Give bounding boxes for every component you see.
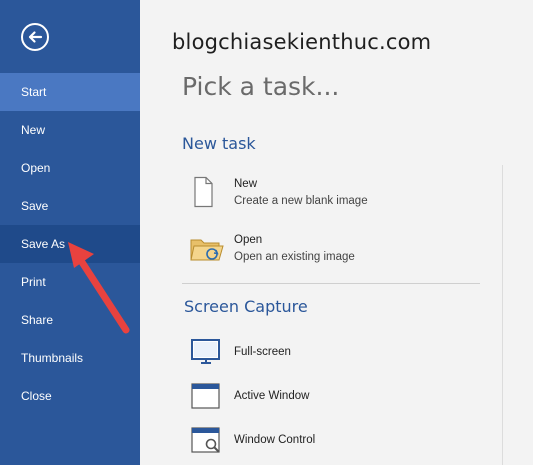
open-folder-icon <box>190 232 224 269</box>
sidebar-item-save-as[interactable]: Save As <box>0 225 140 263</box>
task-open-desc: Open an existing image <box>234 251 355 263</box>
capture-active-window-label: Active Window <box>234 390 310 402</box>
capture-window-control-label: Window Control <box>234 434 316 446</box>
task-new[interactable]: New Create a new blank image <box>182 176 482 212</box>
back-arrow-icon <box>28 31 43 43</box>
capture-active-window[interactable]: Active Window <box>182 381 482 411</box>
task-new-desc: Create a new blank image <box>234 195 368 207</box>
sidebar-item-share[interactable]: Share <box>0 301 140 339</box>
sidebar-item-open[interactable]: Open <box>0 149 140 187</box>
sidebar-item-start[interactable]: Start <box>0 73 140 111</box>
sidebar-item-new[interactable]: New <box>0 111 140 149</box>
sidebar-item-close[interactable]: Close <box>0 377 140 415</box>
sidebar-item-thumbnails[interactable]: Thumbnails <box>0 339 140 377</box>
page-title: Pick a task... <box>182 72 340 101</box>
window-control-icon <box>190 425 222 460</box>
back-button[interactable] <box>21 23 49 51</box>
monitor-icon <box>190 337 222 372</box>
window-icon <box>190 381 222 416</box>
blank-page-icon <box>190 176 216 213</box>
screen-capture-heading: Screen Capture <box>184 297 308 316</box>
capture-window-control[interactable]: Window Control <box>182 425 482 455</box>
new-task-heading: New task <box>182 134 256 153</box>
task-open-label: Open <box>234 234 263 246</box>
task-open[interactable]: Open Open an existing image <box>182 232 482 268</box>
task-new-label: New <box>234 178 258 190</box>
sidebar-item-print[interactable]: Print <box>0 263 140 301</box>
panel-divider <box>502 165 503 465</box>
main-panel: blogchiasekienthuc.com Pick a task... Ne… <box>140 0 533 465</box>
sidebar-item-save[interactable]: Save <box>0 187 140 225</box>
section-divider <box>182 283 480 284</box>
capture-full-screen[interactable]: Full-screen <box>182 337 482 367</box>
sidebar: Start New Open Save Save As Print Share … <box>0 0 140 465</box>
site-watermark: blogchiasekienthuc.com <box>172 30 432 54</box>
capture-full-screen-label: Full-screen <box>234 346 291 358</box>
